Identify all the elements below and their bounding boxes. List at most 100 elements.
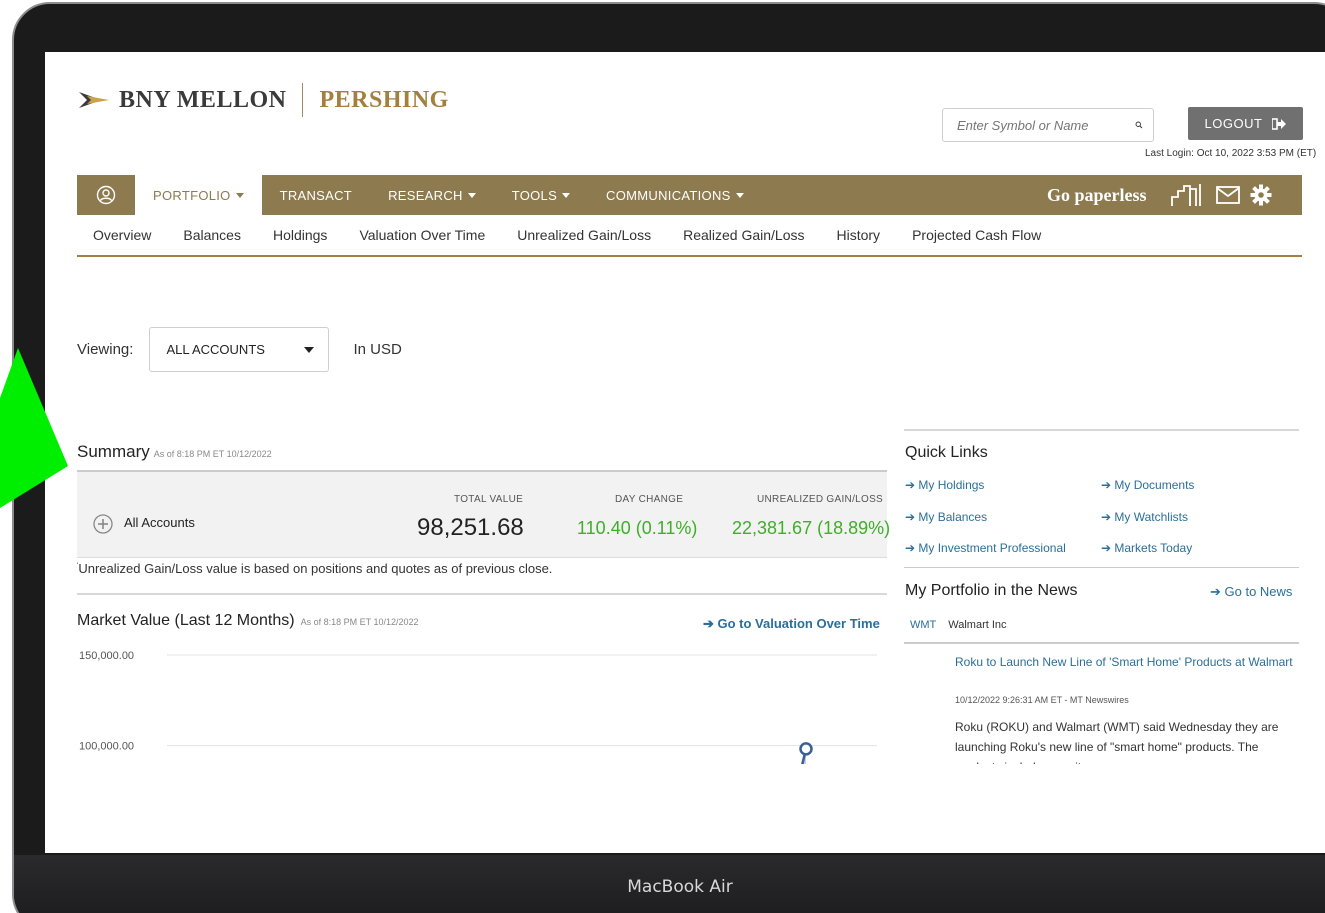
logo-text-bny: BNY MELLON bbox=[119, 86, 287, 113]
quick-links-title: Quick Links bbox=[905, 444, 988, 461]
arrow-right-icon: ➔ bbox=[1101, 541, 1115, 555]
subnav-realized-gain-loss[interactable]: Realized Gain/Loss bbox=[667, 227, 820, 243]
total-value: 98,251.68 bbox=[417, 514, 524, 541]
subnav-history[interactable]: History bbox=[821, 227, 897, 243]
quick-link-label: My Investment Professional bbox=[918, 541, 1066, 555]
main-nav: PORTFOLIO TRANSACT RESEARCH TOOLS COMMUN… bbox=[77, 175, 1302, 215]
go-paperless-link[interactable]: Go paperless bbox=[1047, 175, 1147, 215]
arrow-right-icon: ➔ bbox=[905, 541, 919, 555]
device-label: MacBook Air bbox=[627, 877, 733, 897]
quick-link-my-balances[interactable]: ➔ My Balances bbox=[905, 510, 987, 524]
quick-link-my-documents[interactable]: ➔ My Documents bbox=[1101, 478, 1194, 492]
market-value-title: Market Value (Last 12 Months) bbox=[77, 612, 295, 629]
subnav-overview[interactable]: Overview bbox=[77, 227, 167, 243]
unrealized-gain-loss-label: UNREALIZED GAIN/LOSS bbox=[757, 494, 884, 505]
go-to-valuation-label: Go to Valuation Over Time bbox=[717, 616, 880, 631]
news-body: Roku (ROKU) and Walmart (WMT) said Wedne… bbox=[955, 720, 1279, 767]
chevron-down-icon bbox=[735, 192, 744, 198]
day-change-value: 110.40 (0.11%) bbox=[577, 518, 698, 538]
quick-link-label: My Watchlists bbox=[1114, 510, 1188, 524]
quick-link-my-investment-professional[interactable]: ➔ My Investment Professional bbox=[905, 541, 1066, 555]
search-input[interactable] bbox=[957, 117, 1135, 133]
subnav-holdings[interactable]: Holdings bbox=[257, 227, 343, 243]
logout-button[interactable]: LOGOUT bbox=[1188, 107, 1303, 140]
account-select[interactable]: ALL ACCOUNTS bbox=[149, 327, 330, 372]
chart-bars-icon[interactable] bbox=[1170, 183, 1206, 207]
footnote-text: Unrealized Gain/Loss value is based on p… bbox=[78, 561, 553, 576]
news-divider bbox=[904, 567, 1299, 568]
portfolio-subnav: Overview Balances Holdings Valuation Ove… bbox=[77, 215, 1302, 257]
market-value-chart: 150,000.00100,000.0050,000.00 bbox=[79, 650, 877, 767]
nav-transact[interactable]: TRANSACT bbox=[262, 175, 370, 215]
account-select-value: ALL ACCOUNTS bbox=[166, 342, 265, 357]
go-to-news-link[interactable]: ➔ Go to News bbox=[1210, 584, 1292, 600]
symbol-search[interactable] bbox=[942, 108, 1154, 142]
viewing-row: Viewing: ALL ACCOUNTS In USD bbox=[77, 327, 402, 372]
nav-icon-group bbox=[1170, 175, 1272, 215]
market-value-heading: Market Value (Last 12 Months) As of 8:18 … bbox=[77, 612, 419, 630]
go-to-news-label: Go to News bbox=[1224, 584, 1293, 599]
arrow-right-icon: ➔ bbox=[905, 510, 919, 524]
subnav-unrealized-gain-loss[interactable]: Unrealized Gain/Loss bbox=[501, 227, 667, 243]
all-accounts-label[interactable]: All Accounts bbox=[124, 515, 195, 530]
green-arrow-pointer-icon bbox=[0, 348, 68, 508]
subnav-valuation-over-time[interactable]: Valuation Over Time bbox=[343, 227, 501, 243]
day-change-label: DAY CHANGE bbox=[615, 494, 684, 505]
chevron-down-icon bbox=[304, 346, 315, 353]
nav-tools-label: TOOLS bbox=[511, 187, 558, 203]
quick-link-label: Markets Today bbox=[1114, 541, 1193, 555]
logo-separator bbox=[302, 83, 304, 117]
nav-research[interactable]: RESEARCH bbox=[370, 175, 494, 215]
arrow-right-icon: ➔ bbox=[703, 616, 718, 631]
nav-tools[interactable]: TOOLS bbox=[494, 175, 588, 215]
market-value-divider bbox=[77, 593, 887, 595]
quick-link-label: My Holdings bbox=[918, 478, 985, 492]
chart-data-point[interactable] bbox=[799, 742, 813, 756]
quick-link-label: My Documents bbox=[1114, 478, 1195, 492]
search-icon[interactable] bbox=[1135, 117, 1143, 133]
nav-research-label: RESEARCH bbox=[388, 187, 463, 203]
expand-plus-icon[interactable] bbox=[93, 514, 113, 534]
quick-link-markets-today[interactable]: ➔ Markets Today bbox=[1101, 541, 1192, 555]
nav-communications[interactable]: COMMUNICATIONS bbox=[588, 175, 762, 215]
logout-label: LOGOUT bbox=[1204, 116, 1263, 131]
logo-chevron-icon bbox=[79, 92, 109, 108]
quick-links-divider bbox=[904, 429, 1299, 431]
user-icon bbox=[96, 185, 116, 205]
news-headline-link[interactable]: Roku to Launch New Line of 'Smart Home' … bbox=[955, 653, 1295, 672]
market-value-as-of: As of 8:18 PM ET 10/12/2022 bbox=[300, 617, 419, 627]
gear-icon[interactable] bbox=[1250, 184, 1272, 206]
browser-screen: BNY MELLON PERSHING LOGOUT Last Login: O… bbox=[45, 52, 1325, 853]
go-to-valuation-link[interactable]: ➔ Go to Valuation Over Time bbox=[703, 616, 880, 632]
brand-logo[interactable]: BNY MELLON PERSHING bbox=[79, 80, 449, 120]
nav-transact-label: TRANSACT bbox=[279, 187, 353, 203]
mail-icon[interactable] bbox=[1216, 185, 1240, 205]
total-value-label: TOTAL VALUE bbox=[454, 494, 524, 505]
nav-portfolio[interactable]: PORTFOLIO bbox=[135, 175, 262, 215]
subnav-projected-cash-flow[interactable]: Projected Cash Flow bbox=[896, 227, 1057, 243]
screen-bottom-area bbox=[45, 764, 1325, 853]
quick-link-my-watchlists[interactable]: ➔ My Watchlists bbox=[1101, 510, 1188, 524]
currency-label: In USD bbox=[353, 341, 402, 358]
chart-y-tick-label: 100,000.00 bbox=[79, 741, 134, 753]
chart-y-tick-label: 150,000.00 bbox=[79, 650, 134, 662]
subnav-balances[interactable]: Balances bbox=[167, 227, 257, 243]
summary-footnote: 'Unrealized Gain/Loss value is based on … bbox=[77, 561, 552, 576]
news-ticker-name: Walmart Inc bbox=[948, 619, 1007, 631]
logo-text-pershing: PERSHING bbox=[319, 86, 449, 113]
arrow-right-icon: ➔ bbox=[1101, 478, 1115, 492]
news-ticker[interactable]: WMT bbox=[910, 619, 936, 631]
news-ticker-row: WMT Walmart Inc bbox=[904, 608, 1299, 644]
quick-link-my-holdings[interactable]: ➔ My Holdings bbox=[905, 478, 984, 492]
arrow-right-icon: ➔ bbox=[1101, 510, 1115, 524]
unrealized-gain-loss-value: 22,381.67 (18.89%) bbox=[732, 518, 891, 538]
news-meta: 10/12/2022 9:26:31 AM ET - MT Newswires bbox=[955, 695, 1129, 705]
last-login-text: Last Login: Oct 10, 2022 3:53 PM (ET) bbox=[1145, 148, 1317, 159]
chevron-down-icon bbox=[235, 192, 244, 198]
logout-icon bbox=[1272, 117, 1287, 130]
quick-link-label: My Balances bbox=[918, 510, 988, 524]
chevron-down-icon bbox=[467, 192, 476, 198]
summary-table: All Accounts TOTAL VALUE 98,251.68 DAY C… bbox=[77, 470, 891, 558]
summary-as-of: As of 8:18 PM ET 10/12/2022 bbox=[153, 449, 272, 459]
profile-button[interactable] bbox=[77, 175, 135, 215]
